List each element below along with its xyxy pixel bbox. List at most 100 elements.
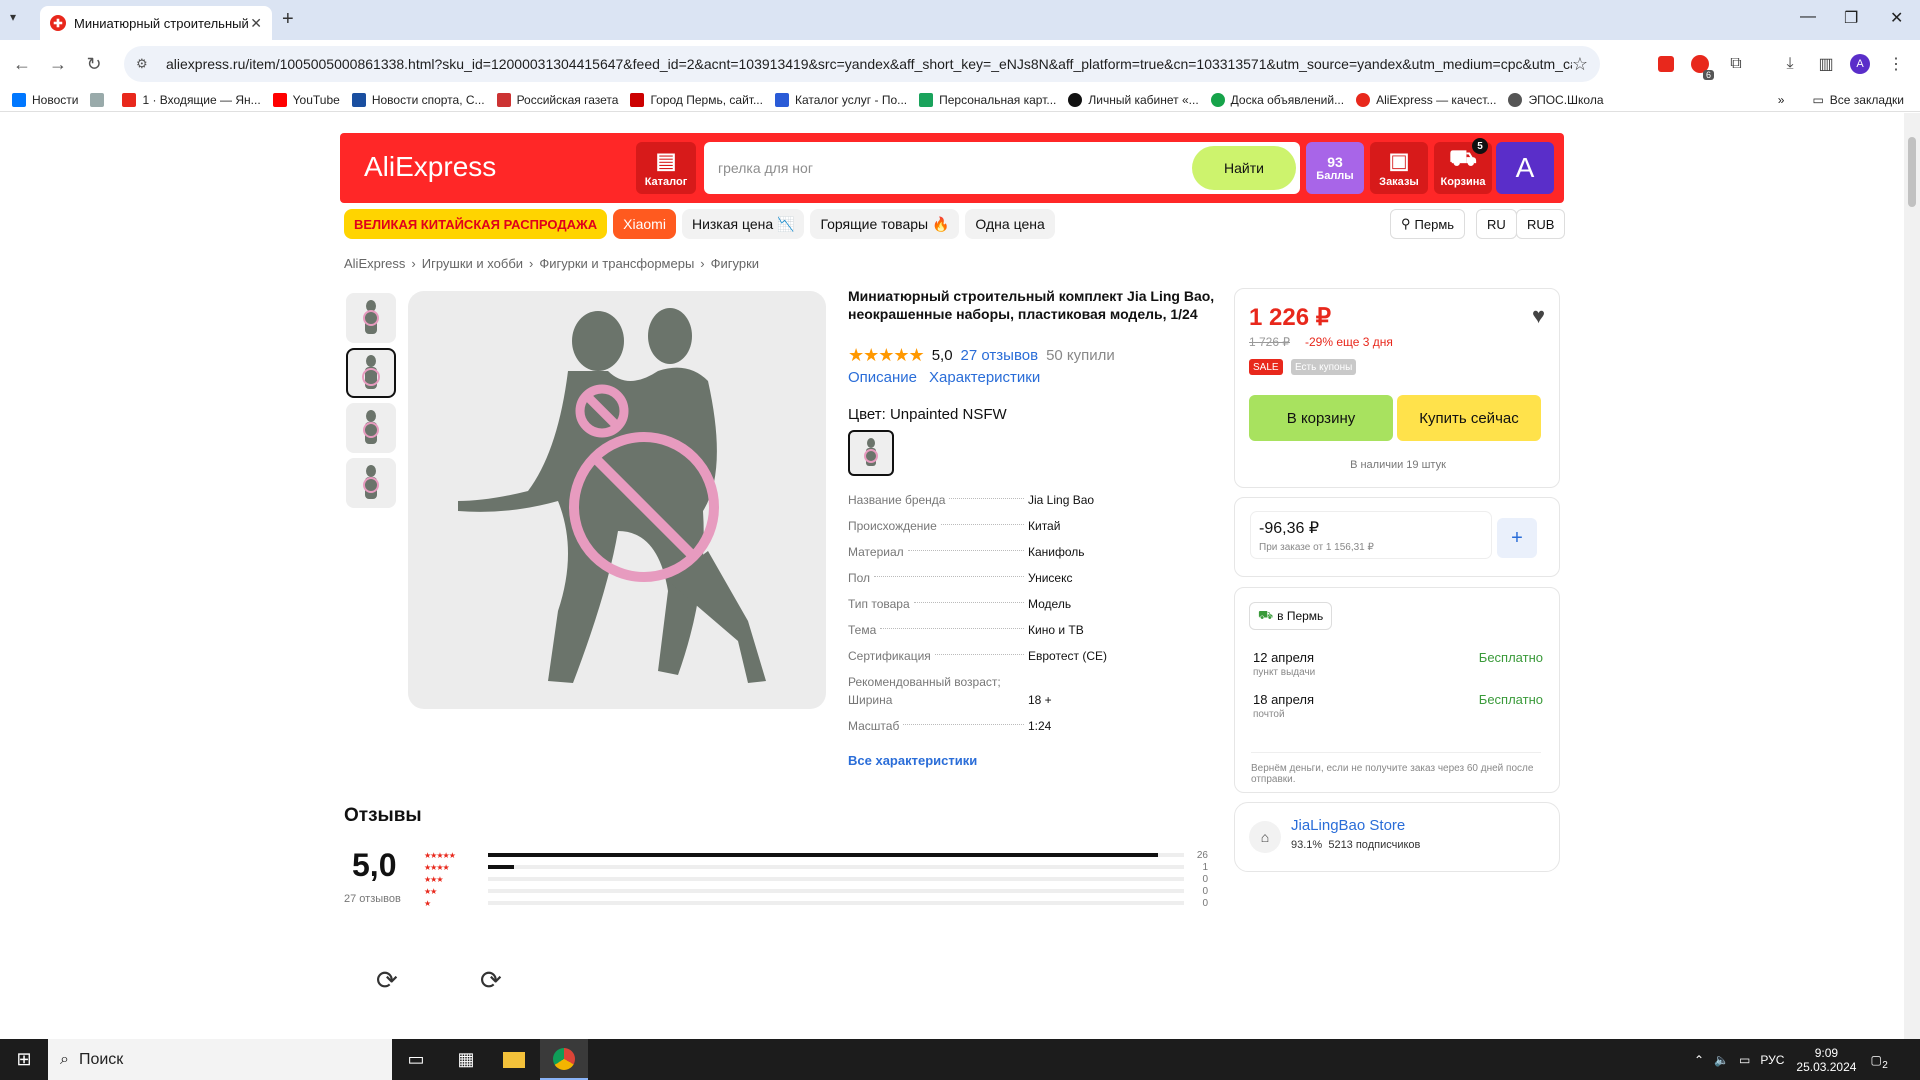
- all-bookmarks[interactable]: ▭ Все закладки: [1812, 93, 1904, 107]
- bookmark-item[interactable]: Личный кабинет «...: [1068, 92, 1199, 107]
- promo-xiaomi[interactable]: Xiaomi: [613, 209, 676, 239]
- profile-avatar[interactable]: A: [1846, 50, 1874, 78]
- bookmark-item[interactable]: [90, 92, 110, 107]
- promo-big-sale[interactable]: ВЕЛИКАЯ КИТАЙСКАЯ РАСПРОДАЖА: [344, 209, 608, 239]
- rating-bar-row[interactable]: ★★★★ 1: [424, 861, 1208, 873]
- delivery-option: 18 апреля почтой: [1253, 692, 1314, 720]
- chrome-icon[interactable]: [540, 1039, 588, 1080]
- rating-bar-row[interactable]: ★ 0: [424, 897, 1208, 909]
- bookmark-item[interactable]: Российская газета: [496, 92, 618, 107]
- browser-tab-active[interactable]: ✚ Миниатюрный строительный ✕: [40, 6, 272, 40]
- product-thumbnail[interactable]: [346, 293, 396, 343]
- refresh-icon[interactable]: ⟳: [376, 965, 398, 996]
- input-language[interactable]: РУС: [1760, 1053, 1784, 1067]
- region-selector[interactable]: ⚲ Пермь: [1390, 209, 1466, 239]
- reload-icon[interactable]: ↻: [76, 54, 112, 75]
- network-icon[interactable]: ▭: [1739, 1053, 1750, 1067]
- breadcrumb-item[interactable]: AliExpress: [344, 256, 405, 271]
- color-option-swatch[interactable]: [848, 430, 894, 476]
- tab-list-icon[interactable]: ▾: [10, 10, 16, 24]
- close-window-icon[interactable]: ✕: [1890, 8, 1903, 28]
- cart-count-badge: 5: [1472, 138, 1488, 154]
- windows-start-icon[interactable]: ⊞: [0, 1039, 48, 1080]
- back-icon[interactable]: ←: [4, 54, 40, 75]
- points-button[interactable]: 93 Баллы: [1306, 142, 1364, 194]
- bookmark-item[interactable]: ЭПОС.Школа: [1508, 92, 1604, 107]
- delivery-city-button[interactable]: ⛟ в Пермь: [1249, 602, 1333, 630]
- reviews-link[interactable]: 27 отзывов: [961, 347, 1039, 364]
- product-thumbnail[interactable]: [346, 403, 396, 453]
- tab-specs[interactable]: Характеристики: [929, 369, 1040, 386]
- task-view-icon[interactable]: ▭: [392, 1039, 440, 1080]
- favorite-heart-icon[interactable]: ♥: [1532, 303, 1545, 329]
- notifications-icon[interactable]: ▢ 2: [1870, 1053, 1887, 1071]
- bookmark-item[interactable]: Новости: [12, 92, 78, 107]
- add-coupon-plus-icon[interactable]: +: [1497, 518, 1537, 558]
- bookmark-item[interactable]: Персональная карт...: [919, 92, 1056, 107]
- language-selector[interactable]: RU: [1476, 209, 1517, 239]
- promo-hot-deals[interactable]: Горящие товары 🔥: [810, 209, 960, 239]
- taskbar-search[interactable]: ⌕ Поиск: [48, 1039, 392, 1080]
- rating-value: 5,0: [931, 347, 953, 364]
- scrollbar-thumb[interactable]: [1908, 137, 1916, 207]
- user-avatar[interactable]: A: [1496, 142, 1554, 194]
- product-thumbnail[interactable]: [346, 458, 396, 508]
- refresh-icon[interactable]: ⟳: [480, 965, 502, 996]
- minimize-icon[interactable]: —: [1800, 8, 1816, 26]
- tab-description[interactable]: Описание: [848, 369, 917, 386]
- bookmark-item[interactable]: Доска объявлений...: [1210, 92, 1344, 107]
- store-name[interactable]: JiaLingBao Store: [1291, 817, 1405, 834]
- extensions-puzzle-icon[interactable]: ⧉: [1722, 50, 1750, 78]
- forward-icon[interactable]: →: [40, 54, 76, 75]
- promo-one-price[interactable]: Одна цена: [965, 209, 1055, 239]
- rating-bar-row[interactable]: ★★★★★ 26: [424, 849, 1208, 861]
- catalog-button[interactable]: ▤ Каталог: [636, 142, 696, 194]
- breadcrumb-item[interactable]: Фигурки и трансформеры: [539, 256, 694, 271]
- browser-tab-strip: ▾ ✚ Миниатюрный строительный ✕ + — ❐ ✕: [0, 0, 1920, 40]
- address-bar[interactable]: ⚙ aliexpress.ru/item/1005005000861338.ht…: [124, 46, 1600, 82]
- rating-bar-row[interactable]: ★★ 0: [424, 885, 1208, 897]
- cart-button[interactable]: ⛟ Корзина 5: [1434, 138, 1492, 194]
- extension-red-icon[interactable]: [1652, 50, 1680, 78]
- page-scrollbar[interactable]: [1904, 113, 1920, 1039]
- product-main-image[interactable]: [408, 291, 826, 709]
- search-input[interactable]: грелка для ног Найти: [704, 142, 1300, 194]
- youtube-icon: [272, 92, 287, 107]
- calculator-icon[interactable]: ▦: [442, 1039, 490, 1080]
- close-tab-icon[interactable]: ✕: [250, 15, 262, 32]
- rating-bar-track: [488, 853, 1184, 857]
- menu-kebab-icon[interactable]: ⋮: [1882, 50, 1910, 78]
- breadcrumb-item[interactable]: Игрушки и хобби: [422, 256, 523, 271]
- all-specs-link[interactable]: Все характеристики: [848, 753, 977, 768]
- restore-icon[interactable]: ❐: [1844, 8, 1858, 28]
- volume-icon[interactable]: 🔈: [1714, 1053, 1729, 1067]
- store-card[interactable]: ⌂ JiaLingBao Store 93.1% 5213 подписчико…: [1234, 802, 1560, 872]
- buy-box: 1 226 ₽ 1 726 ₽ -29% еще 3 дня SALE Есть…: [1234, 288, 1560, 488]
- product-thumbnail-selected[interactable]: [346, 348, 396, 398]
- downloads-icon[interactable]: ⤓: [1776, 50, 1804, 78]
- bookmark-star-icon[interactable]: ☆: [1572, 54, 1588, 75]
- side-panel-icon[interactable]: ▥: [1812, 50, 1840, 78]
- bookmark-item[interactable]: Новости спорта, С...: [351, 92, 485, 107]
- buy-now-button[interactable]: Купить сейчас: [1397, 395, 1541, 441]
- more-bookmarks-icon[interactable]: »: [1778, 93, 1785, 107]
- new-tab-icon[interactable]: +: [282, 8, 294, 31]
- add-to-cart-button[interactable]: В корзину: [1249, 395, 1393, 441]
- promo-low-price[interactable]: Низкая цена 📉: [681, 209, 805, 239]
- file-explorer-icon[interactable]: [490, 1039, 538, 1080]
- bookmark-item[interactable]: Каталог услуг - По...: [774, 92, 907, 107]
- search-button[interactable]: Найти: [1192, 146, 1296, 190]
- bookmark-item[interactable]: YouTube: [272, 92, 340, 107]
- breadcrumb-item[interactable]: Фигурки: [711, 256, 759, 271]
- extension-badge-icon[interactable]: 6: [1686, 50, 1714, 80]
- currency-selector[interactable]: RUB: [1516, 209, 1566, 239]
- bookmark-item[interactable]: AliExpress — качест...: [1356, 92, 1496, 107]
- bookmark-item[interactable]: Город Пермь, сайт...: [630, 92, 763, 107]
- bookmark-item[interactable]: 1 · Входящие — Ян...: [122, 92, 261, 107]
- aliexpress-logo[interactable]: AliExpress: [364, 151, 496, 183]
- clock[interactable]: 9:09 25.03.2024: [1796, 1046, 1856, 1074]
- tray-chevron-icon[interactable]: ⌃: [1694, 1053, 1704, 1067]
- orders-button[interactable]: ▣ Заказы: [1370, 142, 1428, 194]
- site-info-icon[interactable]: ⚙: [136, 56, 152, 72]
- rating-bar-row[interactable]: ★★★ 0: [424, 873, 1208, 885]
